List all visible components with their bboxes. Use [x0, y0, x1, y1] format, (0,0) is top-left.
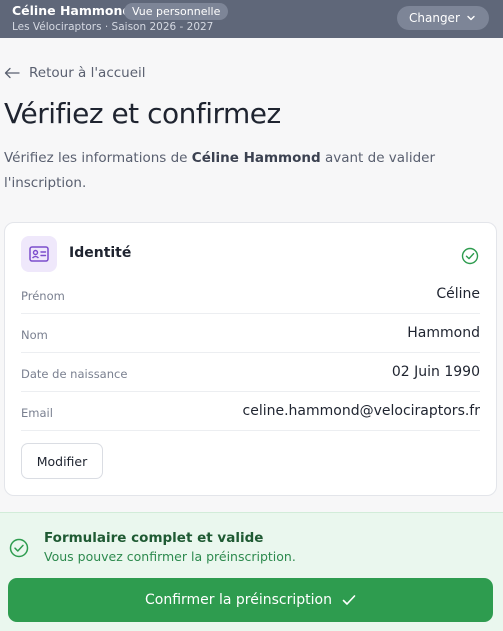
- field-label: Email: [21, 406, 53, 420]
- user-name: Céline Hammond: [12, 3, 132, 18]
- field-value: celine.hammond@velociraptors.fr: [242, 403, 480, 419]
- switch-label: Changer: [409, 11, 460, 25]
- field-value: Céline: [436, 286, 480, 302]
- identity-title: Identité: [69, 245, 132, 261]
- back-to-home-link[interactable]: Retour à l'accueil: [4, 63, 146, 83]
- check-icon: [342, 595, 356, 605]
- identity-card: Identité Prénom Céline Nom Hammond Date …: [4, 222, 497, 496]
- field-value: 02 Juin 1990: [391, 364, 480, 380]
- top-bar: Céline Hammond Vue personnelle Les Véloc…: [0, 0, 503, 38]
- field-label: Nom: [21, 328, 48, 342]
- status-message: Vous pouvez confirmer la préinscription.: [44, 549, 296, 564]
- switch-profile-button[interactable]: Changer: [397, 6, 489, 30]
- intro-text-start: Vérifiez les informations de: [4, 150, 192, 166]
- field-row-birth-date: Date de naissance 02 Juin 1990: [21, 353, 480, 392]
- field-row-email: Email celine.hammond@velociraptors.fr: [21, 392, 480, 431]
- field-value: Hammond: [407, 325, 480, 341]
- intro-user-name: Céline Hammond: [191, 150, 321, 166]
- page-intro: Vérifiez les informations de Céline Hamm…: [4, 146, 474, 196]
- team-season: Les Vélociraptors · Saison 2026 - 2027: [12, 21, 214, 33]
- confirm-preregistration-button[interactable]: Confirmer la préinscription: [8, 578, 493, 622]
- field-row-first-name: Prénom Céline: [21, 275, 480, 314]
- view-badge: Vue personnelle: [124, 3, 229, 20]
- page-title: Vérifiez et confirmez: [4, 97, 281, 130]
- arrow-left-icon: [4, 67, 20, 79]
- check-circle-icon: [461, 247, 479, 265]
- id-card-icon: [21, 236, 57, 272]
- field-label: Prénom: [21, 289, 65, 303]
- edit-button[interactable]: Modifier: [21, 443, 103, 479]
- back-label: Retour à l'accueil: [29, 65, 146, 81]
- field-row-last-name: Nom Hammond: [21, 314, 480, 353]
- field-label: Date de naissance: [21, 367, 128, 381]
- confirm-label: Confirmer la préinscription: [145, 592, 332, 608]
- chevron-down-icon: [467, 15, 475, 21]
- status-title: Formulaire complet et valide: [44, 530, 264, 546]
- check-circle-icon: [9, 538, 29, 558]
